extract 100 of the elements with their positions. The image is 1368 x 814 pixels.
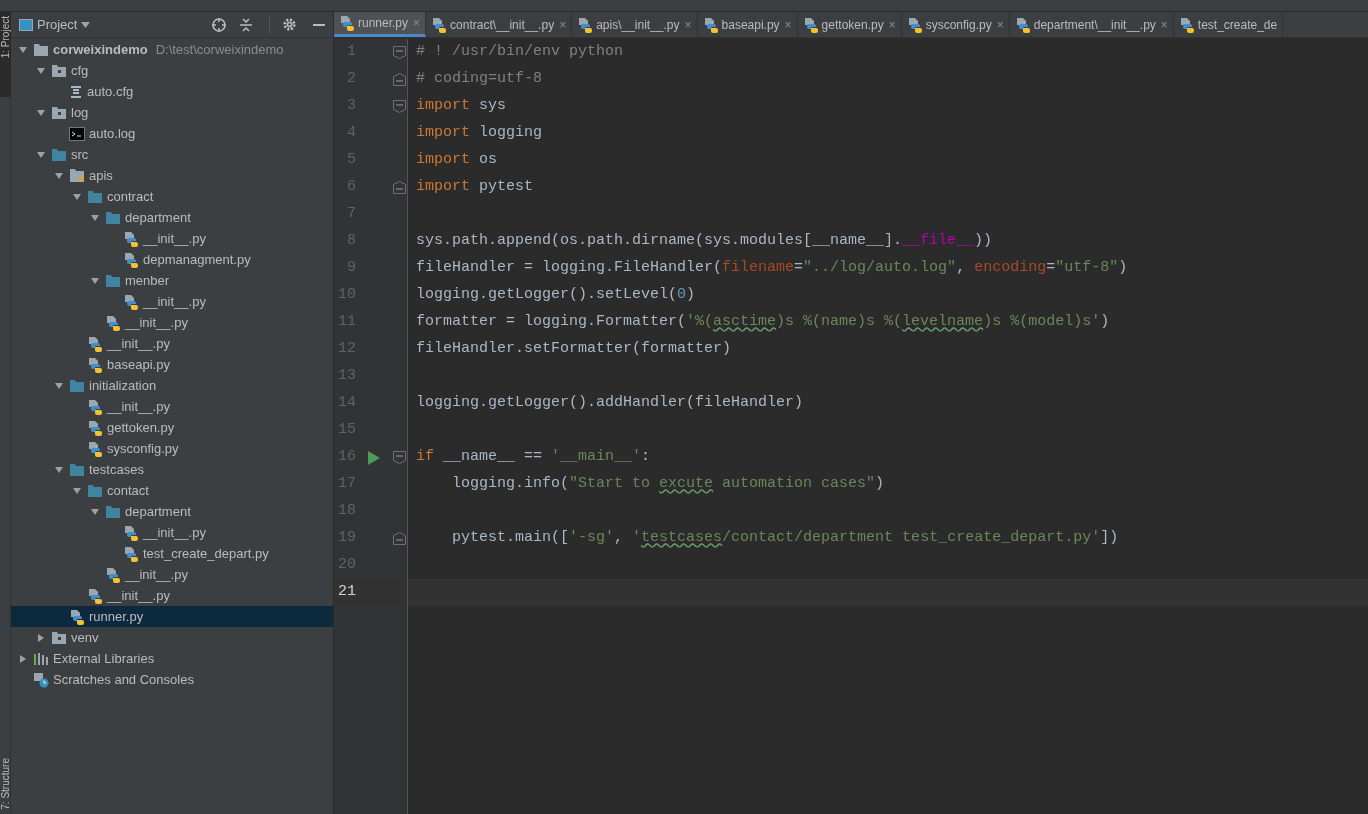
tree-item[interactable]: log bbox=[11, 102, 333, 123]
expanded-arrow-icon[interactable] bbox=[72, 191, 82, 202]
editor-tab[interactable]: department\__init__.py × bbox=[1009, 12, 1174, 37]
fold-marker-icon[interactable] bbox=[393, 181, 406, 194]
code-line: # coding=utf-8 bbox=[416, 69, 543, 90]
python-file-icon bbox=[123, 524, 139, 541]
expanded-arrow-icon[interactable] bbox=[18, 44, 28, 55]
locate-icon[interactable] bbox=[211, 16, 227, 33]
collapsed-arrow-icon[interactable] bbox=[36, 632, 46, 643]
tree-item-label: log bbox=[71, 103, 89, 122]
tree-item[interactable]: baseapi.py bbox=[11, 354, 333, 375]
tree-item[interactable]: menber bbox=[11, 270, 333, 291]
tree-item[interactable]: src bbox=[11, 144, 333, 165]
tree-item[interactable]: initialization bbox=[11, 375, 333, 396]
tree-item[interactable]: __init__.py bbox=[11, 564, 333, 585]
tree-item[interactable]: apis bbox=[11, 165, 333, 186]
close-icon[interactable]: × bbox=[996, 15, 1004, 34]
fold-marker-icon[interactable] bbox=[393, 46, 406, 59]
code-line: fileHandler.setFormatter(formatter) bbox=[416, 339, 732, 360]
expanded-arrow-icon[interactable] bbox=[72, 485, 82, 496]
tree-item-label: cfg bbox=[71, 61, 89, 80]
tree-item[interactable]: depmanagment.py bbox=[11, 249, 333, 270]
expanded-arrow-icon[interactable] bbox=[36, 65, 46, 76]
project-view-dropdown[interactable]: Project bbox=[37, 14, 91, 35]
python-file-icon bbox=[87, 335, 103, 352]
expanded-arrow-icon[interactable] bbox=[90, 506, 100, 517]
code-line: formatter = logging.Formatter('%(asctime)s %(name)s %(levelname)s %(model)s') bbox=[416, 312, 1110, 333]
minimize-icon[interactable] bbox=[313, 23, 325, 26]
tree-item[interactable]: contract bbox=[11, 186, 333, 207]
tree-item[interactable]: Scratches and Consoles bbox=[11, 669, 333, 690]
tree-item-label: testcases bbox=[89, 460, 144, 479]
tree-item-path: D:\test\corweixindemo bbox=[155, 40, 284, 59]
close-icon[interactable]: × bbox=[888, 15, 896, 34]
expanded-arrow-icon[interactable] bbox=[54, 380, 64, 391]
tree-item[interactable]: External Libraries bbox=[11, 648, 333, 669]
tree-item-label: auto.log bbox=[89, 124, 136, 143]
tree-item[interactable]: auto.cfg bbox=[11, 81, 333, 102]
tree-item-label: __init__.py bbox=[107, 397, 170, 416]
python-file-icon bbox=[87, 419, 103, 436]
fold-marker-icon[interactable] bbox=[393, 451, 406, 464]
tree-item[interactable]: __init__.py bbox=[11, 522, 333, 543]
editor-tab[interactable]: baseapi.py × bbox=[697, 12, 798, 37]
tree-item[interactable]: cfg bbox=[11, 60, 333, 81]
code-line: import pytest bbox=[416, 177, 534, 198]
folder-icon bbox=[105, 504, 121, 519]
tree-item[interactable]: testcases bbox=[11, 459, 333, 480]
python-file-icon bbox=[123, 545, 139, 562]
python-file-icon bbox=[123, 230, 139, 247]
tree-item-label: sysconfig.py bbox=[107, 439, 179, 458]
tree-item[interactable]: test_create_depart.py bbox=[11, 543, 333, 564]
tree-item[interactable]: __init__.py bbox=[11, 291, 333, 312]
fold-marker-icon[interactable] bbox=[393, 73, 406, 86]
caret-icon bbox=[81, 21, 91, 28]
tree-item[interactable]: department bbox=[11, 501, 333, 522]
tree-item[interactable]: contact bbox=[11, 480, 333, 501]
tree-item-label: __init__.py bbox=[143, 292, 206, 311]
editor-tab[interactable]: apis\__init__.py × bbox=[572, 12, 698, 37]
scratches-icon bbox=[33, 671, 49, 688]
close-icon[interactable]: × bbox=[559, 15, 567, 34]
tree-item[interactable]: auto.log bbox=[11, 123, 333, 144]
tree-item[interactable]: venv bbox=[11, 627, 333, 648]
fold-marker-icon[interactable] bbox=[393, 532, 406, 545]
tree-item[interactable]: __init__.py bbox=[11, 228, 333, 249]
folder-icon bbox=[69, 462, 85, 477]
expanded-arrow-icon[interactable] bbox=[54, 464, 64, 475]
tree-item[interactable]: __init__.py bbox=[11, 312, 333, 333]
tree-item[interactable]: __init__.py bbox=[11, 396, 333, 417]
tree-item-label: corweixindemo bbox=[53, 40, 148, 59]
collapsed-arrow-icon[interactable] bbox=[18, 653, 28, 664]
editor-tab[interactable]: sysconfig.py × bbox=[901, 12, 1010, 37]
fold-marker-icon[interactable] bbox=[393, 100, 406, 113]
run-icon[interactable] bbox=[368, 450, 380, 465]
tree-item[interactable]: __init__.py bbox=[11, 585, 333, 606]
expanded-arrow-icon[interactable] bbox=[90, 275, 100, 286]
close-icon[interactable]: × bbox=[684, 15, 692, 34]
editor-tab[interactable]: test_create_de bbox=[1173, 12, 1284, 37]
expanded-arrow-icon[interactable] bbox=[36, 149, 46, 160]
expanded-arrow-icon[interactable] bbox=[90, 212, 100, 223]
close-icon[interactable]: × bbox=[1160, 15, 1168, 34]
close-icon[interactable]: × bbox=[784, 15, 792, 34]
code-line: fileHandler = logging.FileHandler(filename="../log/auto.log", encoding="utf-8") bbox=[416, 258, 1128, 279]
tree-item[interactable]: runner.py bbox=[11, 606, 333, 627]
folder-icon bbox=[87, 189, 103, 204]
tree-item[interactable]: sysconfig.py bbox=[11, 438, 333, 459]
python-file-icon bbox=[69, 608, 85, 625]
tree-item[interactable]: gettoken.py bbox=[11, 417, 333, 438]
settings-icon[interactable] bbox=[282, 17, 297, 32]
expanded-arrow-icon[interactable] bbox=[36, 107, 46, 118]
tree-item[interactable]: __init__.py bbox=[11, 333, 333, 354]
code-line: import logging bbox=[416, 123, 543, 144]
tree-item[interactable]: department bbox=[11, 207, 333, 228]
editor-tab[interactable]: contract\__init__.py × bbox=[426, 12, 573, 37]
tree-item-label: src bbox=[71, 145, 89, 164]
structure-tool-tab[interactable]: 7: Structure bbox=[0, 758, 13, 810]
expanded-arrow-icon[interactable] bbox=[54, 170, 64, 181]
collapse-all-icon[interactable] bbox=[239, 16, 253, 33]
editor-tab[interactable]: runner.py × bbox=[334, 12, 427, 37]
editor-tab[interactable]: gettoken.py × bbox=[797, 12, 902, 37]
tree-item[interactable]: corweixindemo D:\test\corweixindemo bbox=[11, 39, 333, 60]
tree-item-label: contract bbox=[107, 187, 154, 206]
